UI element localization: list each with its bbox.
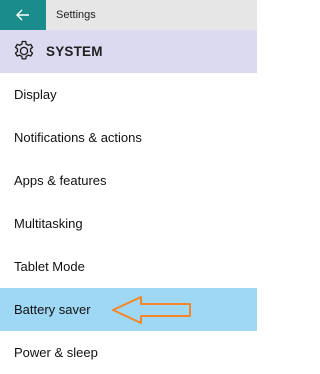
back-button[interactable]: [0, 0, 46, 30]
nav-item-apps-features[interactable]: Apps & features: [0, 159, 257, 202]
nav-item-notifications-actions[interactable]: Notifications & actions: [0, 116, 257, 159]
nav-item-label: Battery saver: [14, 302, 91, 317]
page-header: SYSTEM: [0, 30, 257, 73]
back-arrow-icon: [16, 9, 29, 21]
nav-item-label: Multitasking: [14, 216, 83, 231]
nav-item-label: Notifications & actions: [14, 130, 142, 145]
nav-item-battery-saver[interactable]: Battery saver: [0, 288, 257, 331]
nav-item-power-sleep[interactable]: Power & sleep: [0, 331, 257, 374]
page-title: SYSTEM: [46, 44, 103, 59]
nav-item-label: Apps & features: [14, 173, 107, 188]
nav-item-multitasking[interactable]: Multitasking: [0, 202, 257, 245]
nav-item-display[interactable]: Display: [0, 73, 257, 116]
nav-item-label: Tablet Mode: [14, 259, 85, 274]
app-title: Settings: [56, 9, 96, 21]
nav-item-label: Power & sleep: [14, 345, 98, 360]
nav-item-label: Display: [14, 87, 57, 102]
nav-item-tablet-mode[interactable]: Tablet Mode: [0, 245, 257, 288]
gear-icon: [14, 40, 34, 60]
title-bar: Settings: [0, 0, 257, 30]
